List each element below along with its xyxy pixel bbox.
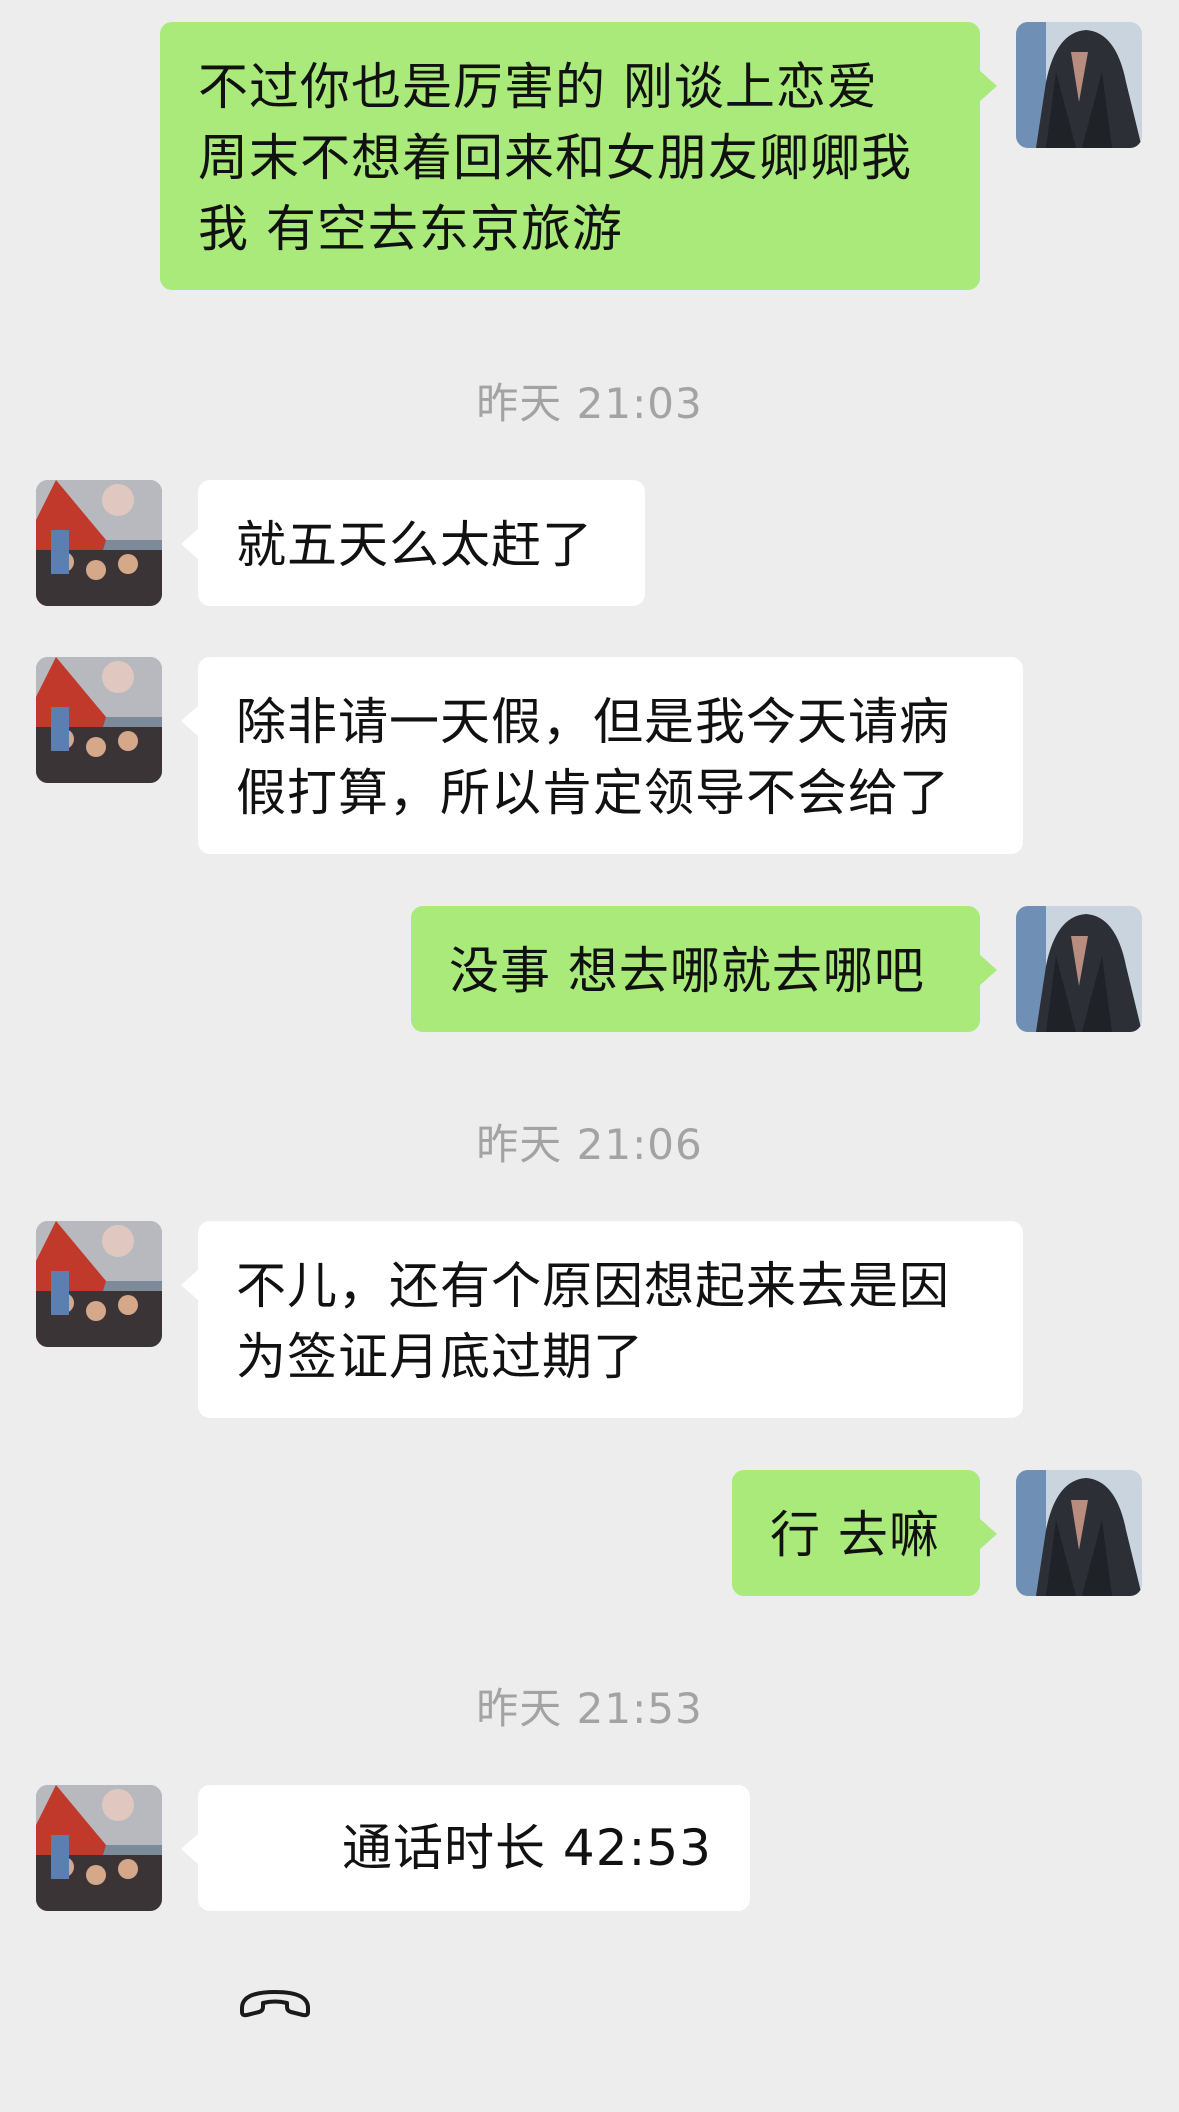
timestamp: 昨天 21:03 [476, 379, 703, 428]
call-duration-text: 通话时长 42:53 [342, 1818, 712, 1877]
message-bubble-self[interactable]: 不过你也是厉害的 刚谈上恋爱 周末不想着回来和女朋友卿卿我 我 有空去东京旅游 [160, 22, 997, 290]
contact-avatar[interactable] [36, 1221, 162, 1347]
phone-hangup-icon [236, 1828, 314, 2018]
message-bubble-self[interactable]: 行 去嘛 [732, 1470, 997, 1596]
contact-avatar[interactable] [36, 1785, 162, 1911]
message-bubble-self[interactable]: 没事 想去哪就去哪吧 [411, 906, 997, 1032]
self-avatar[interactable] [1016, 1470, 1142, 1596]
call-record-bubble[interactable]: 通话时长 42:53 [181, 1785, 750, 2018]
message-bubble-other[interactable]: 除非请一天假，但是我今天请病 假打算，所以肯定领导不会给了 [181, 657, 1023, 854]
message-bubble-other[interactable]: 就五天么太赶了 [181, 480, 645, 606]
self-avatar[interactable] [1016, 22, 1142, 148]
chat-message-list[interactable]: 不过你也是厉害的 刚谈上恋爱 周末不想着回来和女朋友卿卿我 我 有空去东京旅游 … [0, 0, 1179, 2018]
timestamp: 昨天 21:06 [476, 1120, 703, 1169]
contact-avatar[interactable] [36, 480, 162, 606]
message-bubble-other[interactable]: 不儿，还有个原因想起来去是因 为签证月底过期了 [181, 1221, 1023, 1418]
timestamp: 昨天 21:53 [476, 1684, 703, 1733]
contact-avatar[interactable] [36, 657, 162, 783]
self-avatar[interactable] [1016, 906, 1142, 1032]
